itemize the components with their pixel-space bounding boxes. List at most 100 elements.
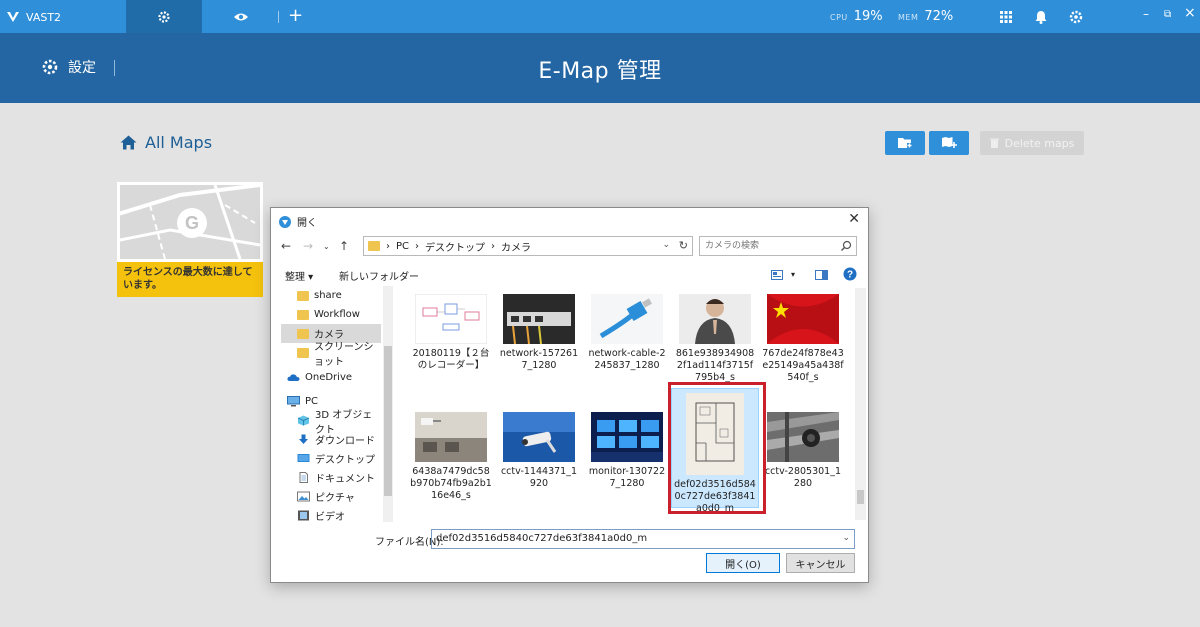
computer-icon	[287, 396, 300, 407]
address-separator: ›	[415, 240, 420, 252]
open-file-dialog: 開く ✕ ← → ⌄ ↑ › PC › デスクトップ › カメラ ⌄ ↻ 整理 …	[270, 207, 869, 583]
app-logo: VAST2	[6, 8, 61, 26]
file-item[interactable]: cctv-2805301_1280	[762, 412, 844, 490]
cpu-stat: CPU 19%	[830, 9, 883, 24]
tree-item-label: share	[314, 290, 342, 301]
search-input[interactable]	[700, 237, 830, 255]
new-folder-button[interactable]: 新しいフォルダー	[339, 268, 419, 283]
tree-item-documents[interactable]: ドキュメント	[281, 468, 381, 487]
delete-maps-button[interactable]: Delete maps	[980, 131, 1084, 155]
folder-icon	[297, 328, 309, 339]
tree-item-pictures[interactable]: ピクチャ	[281, 487, 381, 506]
files-scroll-thumb[interactable]	[857, 490, 864, 504]
back-arrow-icon[interactable]: ←	[281, 239, 291, 253]
app-name: VAST2	[26, 10, 62, 24]
dialog-toolbar: 整理 ▾ 新しいフォルダー ▾ ?	[271, 264, 868, 286]
folder-icon	[368, 241, 380, 251]
open-button[interactable]: 開く(O)	[706, 553, 780, 573]
address-separator: ›	[491, 240, 496, 252]
tab-settings[interactable]	[126, 0, 202, 33]
top-bar: VAST2 + CPU 19% MEM 72% – ⧉ ×	[0, 0, 1200, 33]
map-card[interactable]: G ライセンスの最大数に達しています。	[117, 182, 263, 297]
address-separator: ›	[386, 240, 390, 252]
mem-value: 72%	[924, 9, 954, 24]
dialog-title-bar: 開く	[279, 214, 317, 229]
cancel-button[interactable]: キャンセル	[786, 553, 855, 573]
file-item[interactable]: 861e9389349082f1ad114f3715f795b4_s	[674, 294, 756, 384]
bell-icon[interactable]	[1033, 9, 1049, 25]
forward-arrow-icon[interactable]: →	[303, 239, 313, 253]
cube-icon	[297, 415, 310, 426]
tree-item-downloads[interactable]: ダウンロード	[281, 430, 381, 449]
add-map-button[interactable]	[929, 131, 969, 155]
picture-icon	[297, 491, 310, 502]
tree-item-workflow[interactable]: Workflow	[281, 305, 381, 324]
file-item[interactable]: 767de24f878e43e25149a45a438f540f_s	[762, 294, 844, 384]
up-arrow-icon[interactable]: ↑	[339, 239, 349, 253]
apps-grid-icon[interactable]	[998, 9, 1014, 25]
folder-icon	[297, 309, 309, 320]
file-thumbnail	[767, 412, 839, 462]
tree-item-label: ドキュメント	[315, 474, 375, 485]
navigation-tree: share Workflow カメラ スクリーンショット OneDrive PC…	[281, 286, 393, 522]
file-item[interactable]: monitor-1307227_1280	[586, 412, 668, 490]
map-thumbnail: G	[117, 182, 263, 262]
minimize-icon[interactable]: –	[1143, 7, 1149, 21]
file-thumbnail	[503, 412, 575, 462]
address-part-pc[interactable]: PC	[396, 241, 409, 252]
add-folder-button[interactable]	[885, 131, 925, 155]
file-item[interactable]: 6438a7479dc58b970b74fb9a2b116e46_s	[410, 412, 492, 502]
page-title: E-Map 管理	[538, 59, 662, 84]
add-map-icon	[942, 137, 957, 148]
address-part-camera[interactable]: カメラ	[501, 239, 531, 254]
cloud-icon	[287, 374, 300, 381]
add-folder-icon	[898, 138, 912, 148]
file-item[interactable]: 20180119【２台のレコーダー】	[410, 294, 492, 372]
file-name: monitor-1307227_1280	[588, 466, 666, 489]
all-maps-label: All Maps	[145, 133, 213, 152]
tree-item-share[interactable]: share	[281, 286, 381, 305]
file-item[interactable]: network-1572617_1280	[498, 294, 580, 372]
preview-pane-icon[interactable]	[815, 270, 828, 280]
filename-input[interactable]: def02d3516d5840c727de63f3841a0d0_m ⌄	[431, 529, 855, 549]
files-scrollbar[interactable]	[855, 288, 866, 520]
tree-scroll-thumb[interactable]	[384, 346, 392, 496]
help-icon[interactable]: ?	[843, 267, 857, 281]
filename-dropdown-icon[interactable]: ⌄	[842, 533, 850, 543]
search-icon	[841, 240, 852, 251]
file-thumbnail	[679, 294, 751, 344]
file-item[interactable]: network-cable-2245837_1280	[586, 294, 668, 372]
tree-item-videos[interactable]: ビデオ	[281, 506, 381, 522]
tab-live-view[interactable]	[224, 0, 258, 33]
address-part-desktop[interactable]: デスクトップ	[425, 239, 485, 254]
gear-icon	[158, 10, 170, 23]
view-dropdown-icon[interactable]: ▾	[791, 270, 795, 279]
close-icon[interactable]: ×	[1184, 5, 1196, 21]
all-maps-breadcrumb[interactable]: All Maps	[120, 133, 212, 152]
tree-scrollbar[interactable]	[383, 286, 393, 522]
address-dropdown-icon[interactable]: ⌄	[662, 240, 670, 250]
tree-item-screenshots[interactable]: スクリーンショット	[281, 342, 381, 368]
file-grid: 20180119【２台のレコーダー】 network-1572617_1280 …	[395, 288, 855, 522]
organize-button[interactable]: 整理 ▾	[285, 268, 313, 283]
tree-item-3d-objects[interactable]: 3D オブジェクト	[281, 410, 381, 436]
gear-icon[interactable]	[1068, 9, 1084, 25]
recent-chevron-icon[interactable]: ⌄	[323, 242, 330, 251]
tree-item-desktop[interactable]: デスクトップ	[281, 449, 381, 468]
refresh-icon[interactable]: ↻	[679, 239, 688, 252]
view-options-icon[interactable]	[771, 270, 783, 280]
search-box[interactable]	[699, 236, 857, 256]
folder-icon	[297, 347, 309, 358]
restore-icon[interactable]: ⧉	[1164, 9, 1171, 20]
file-item[interactable]: cctv-1144371_1920	[498, 412, 580, 490]
tree-item-label: ビデオ	[315, 512, 345, 522]
map-placeholder-icon: G	[120, 185, 260, 259]
file-name: network-cable-2245837_1280	[588, 348, 666, 371]
address-bar[interactable]: › PC › デスクトップ › カメラ ⌄ ↻	[363, 236, 693, 256]
selection-highlight-box	[668, 382, 766, 514]
add-tab-button[interactable]: +	[288, 5, 303, 27]
dialog-close-icon[interactable]: ✕	[848, 211, 860, 227]
tree-item-label: スクリーンショット	[314, 341, 374, 368]
page-header: 設定 E-Map 管理	[0, 33, 1200, 103]
tree-item-onedrive[interactable]: OneDrive	[281, 368, 381, 387]
